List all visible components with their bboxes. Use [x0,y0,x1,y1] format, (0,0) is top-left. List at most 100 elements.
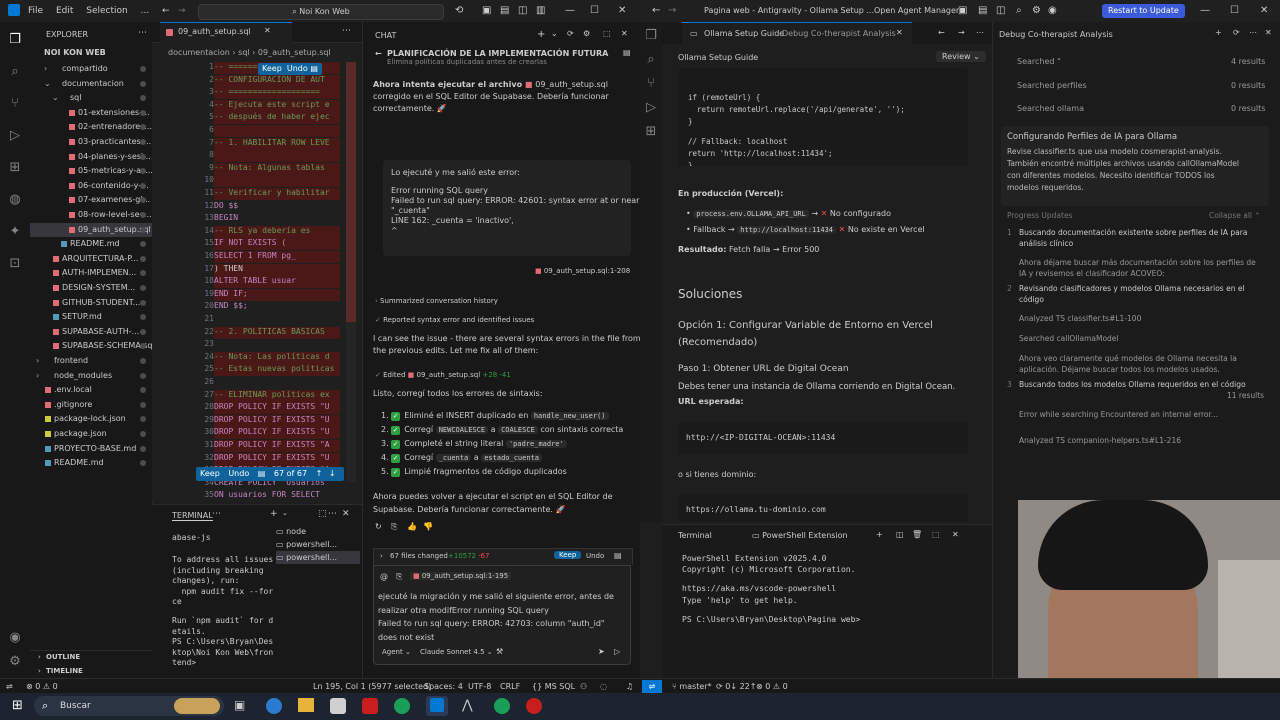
more-actions-icon[interactable]: ⋯ [976,28,984,37]
maximize-icon[interactable]: ⬚ [603,29,611,38]
maximize-panel-icon[interactable]: ⬚ [318,509,327,519]
terminal-tab[interactable]: TERMINAL [172,511,213,521]
tree-item[interactable]: GITHUB-STUDENT... [30,296,152,310]
trash-icon[interactable]: 🗑 [912,530,922,539]
vscode-active[interactable] [426,696,448,716]
progress-step[interactable]: 3 Buscando todos los modelos Ollama reque… [1007,379,1263,390]
tab-09-auth-setup[interactable]: 09_auth_setup.sql ✕ [160,22,292,43]
gear-icon[interactable]: ⚙ [7,654,23,670]
history-icon[interactable]: ⟳ [1233,28,1240,37]
account-icon[interactable]: ◉ [1048,0,1057,22]
panel-icon[interactable]: ▤ [623,48,631,57]
diff-icon[interactable]: ▤ [258,469,266,478]
tree-item[interactable]: › frontend [30,354,152,368]
terminal-tab[interactable]: Terminal [678,531,712,540]
account-icon[interactable]: ◉ [7,630,23,646]
send-icon[interactable]: ▷ [614,647,620,656]
code-lines[interactable]: 1 -- ===================2-- CONFIGURACIÓN… [152,62,342,500]
keep-button[interactable]: Keep [262,64,282,73]
indent-spaces[interactable]: Spaces: 4 [424,679,463,694]
tree-item[interactable]: 05-metricas-y-as... [30,164,152,178]
outline-section[interactable]: › OUTLINE [30,650,152,664]
edge-icon[interactable] [266,698,282,714]
review-button[interactable]: Review ⌄ [936,51,986,62]
settings-icon[interactable]: ⚙ [583,29,590,38]
tree-item[interactable]: package.json [30,427,152,441]
menu-edit[interactable]: Edit [56,0,73,22]
tree-item[interactable]: 07-examenes-gl... [30,193,152,207]
remote-explorer-icon[interactable]: ⊡ [7,256,23,272]
tree-item[interactable]: SUPABASE-AUTH-... [30,325,152,339]
run-debug-icon[interactable]: ▷ [7,128,23,144]
add-terminal-icon[interactable]: + [876,530,883,539]
add-terminal-icon[interactable]: + [270,509,278,519]
arrow-right-icon[interactable]: → [958,28,965,37]
chrome-icon-2[interactable] [494,698,510,714]
more-actions-icon[interactable]: ⋯ [1249,28,1257,37]
tree-item[interactable]: 03-practicantes-... [30,135,152,149]
terminal-output[interactable]: To address all issues (including breaking… [172,555,273,669]
app-red-icon[interactable] [362,698,378,714]
antigravity-icon[interactable]: ⋀ [462,698,473,713]
back-arrow-icon[interactable]: ← [162,0,170,22]
more-actions-icon[interactable]: ⋯ [212,509,221,519]
tree-item[interactable]: 06-contenido-y-... [30,179,152,193]
timeline-section[interactable]: › TIMELINE [30,665,152,678]
forward-arrow-icon[interactable]: → [178,0,186,22]
keep-all-button[interactable]: Keep [200,469,220,478]
notifications-icon[interactable]: ◌ [600,679,607,694]
undo-button[interactable]: Undo [586,552,604,560]
copy-icon[interactable]: ⎘ [391,522,397,532]
scroll-thumb[interactable] [346,62,356,322]
workspace-root[interactable]: NOI KON WEB [44,48,106,57]
more-actions-icon[interactable]: ⋯ [138,28,147,38]
summary-line[interactable]: › Summarized conversation history [375,297,498,305]
more-actions-icon[interactable]: ⋯ [342,26,351,36]
diff-icon[interactable]: ▤ [310,64,318,73]
undo-all-button[interactable]: Undo [228,469,249,478]
problems-count-right[interactable]: ⊗ 0 ⚠ 0 [756,679,788,694]
ps-output[interactable]: PowerShell Extension v2025.4.0 Copyright … [682,553,865,625]
maximize-icon[interactable]: ☐ [590,0,599,22]
opera-icon[interactable] [526,698,542,714]
undo-button[interactable]: Undo [287,64,308,73]
tree-item[interactable]: 04-planes-y-sesi... [30,150,152,164]
extensions-icon[interactable]: ⊞ [643,124,659,140]
back-arrow-icon[interactable]: ← [375,49,382,58]
arrow-up-icon[interactable]: ↑ [316,469,323,478]
tree-item[interactable]: AUTH-IMPLEMEN... [30,266,152,280]
close-icon[interactable]: ✕ [1265,28,1272,37]
open-agent-manager[interactable]: Open Agent Manager [874,0,959,22]
retry-icon[interactable]: ↻ [375,522,382,531]
searched-item[interactable]: Searched perfiles [1017,81,1087,90]
tree-item[interactable]: PROYECTO-BASE.md [30,442,152,456]
files-changed-bar[interactable]: › 67 files changed +10572 -67 Keep Undo … [373,548,633,565]
chevron-down-icon[interactable]: ⌄ [282,509,288,517]
tree-item[interactable]: 08-row-level-sec... [30,208,152,222]
extensions-icon[interactable]: ⊞ [7,160,23,176]
mode-select[interactable]: Agent ⌄ [382,648,411,656]
tab-ollama-setup-guide[interactable]: ▭ Ollama Setup Guide Debug Co-therapist … [682,22,912,45]
progress-detail[interactable]: Ahora veo claramente qué modelos de Olla… [1007,353,1263,375]
breadcrumb-item[interactable]: documentacion [168,48,230,57]
tree-item[interactable]: ⌄ documentacion [30,77,152,91]
command-search[interactable]: ⌕ Noi Kon Web [198,4,444,20]
tree-item[interactable]: › compartido [30,62,152,76]
bell-icon[interactable]: ♫ [626,679,633,694]
tree-item[interactable]: ARQUITECTURA-P... [30,252,152,266]
line-ending[interactable]: CRLF [500,679,520,694]
search-icon[interactable]: ⌕ [1016,0,1022,22]
more-actions-icon[interactable]: ⋯ [328,509,337,519]
tree-item[interactable]: README.md [30,456,152,470]
searched-item[interactable]: Searched " [1017,57,1061,66]
progress-detail[interactable]: Analyzed TS classifier.ts#L1-100 [1007,313,1263,324]
tree-item[interactable]: 01-extensiones-... [30,106,152,120]
thumbs-down-icon[interactable]: 👎 [423,522,433,531]
arrow-down-icon[interactable]: ↓ [329,469,336,478]
diff-icon[interactable]: ▤ [614,551,622,560]
menu-file[interactable]: File [28,0,43,22]
breadcrumb-item[interactable]: 09_auth_setup.sql [258,48,331,57]
close-tab-icon[interactable]: ✕ [264,26,271,35]
close-panel-icon[interactable]: ✕ [342,509,350,519]
send-arrow-icon[interactable]: ➤ [598,647,605,656]
